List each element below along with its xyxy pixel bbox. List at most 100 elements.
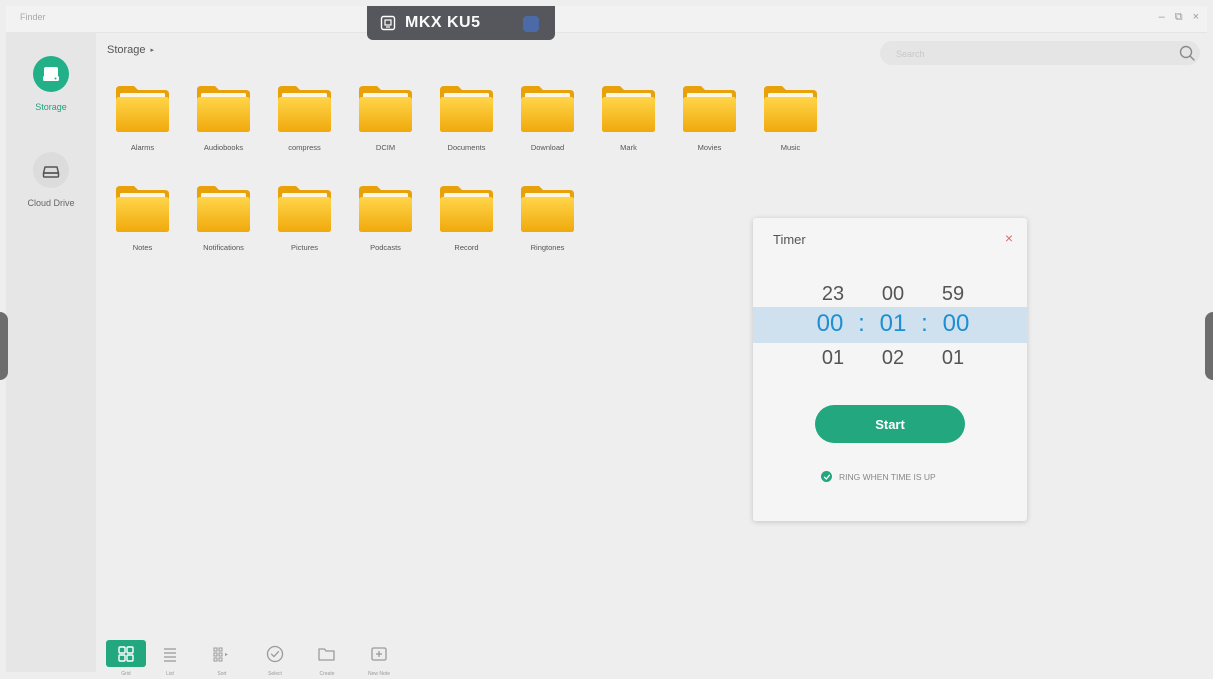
folder-row: Alarms Audiobooks compress DCIM Document…: [102, 80, 831, 160]
folder-icon: [600, 84, 657, 134]
folder-icon: [114, 184, 171, 234]
folder-item[interactable]: Audiobooks: [183, 80, 264, 160]
close-window-button[interactable]: ×: [1193, 11, 1199, 24]
device-tag-icon: [379, 14, 397, 32]
device-status-icon: [523, 16, 539, 32]
select-check-icon: [255, 640, 295, 667]
timer-row-selected: 00 : 01 : 00: [808, 310, 978, 338]
minutes-next[interactable]: 02: [873, 347, 913, 370]
folder-icon: [357, 184, 414, 234]
hours-previous[interactable]: 23: [813, 283, 853, 306]
seconds-next[interactable]: 01: [933, 347, 973, 370]
device-tag[interactable]: MKX KU5: [367, 6, 555, 40]
title-bar: Finder – ⧉ ×: [6, 6, 1207, 33]
folder-label: compress: [288, 143, 321, 152]
folder-icon: [357, 84, 414, 134]
tool-label: List: [166, 671, 174, 677]
hours-picker[interactable]: 00: [808, 310, 852, 338]
folder-icon: [438, 84, 495, 134]
folder-item[interactable]: Notes: [102, 180, 183, 260]
window-controls: – ⧉ ×: [1159, 11, 1199, 24]
folder-item[interactable]: Record: [426, 180, 507, 260]
timer-title: Timer: [773, 232, 806, 247]
folder-item[interactable]: Alarms: [102, 80, 183, 160]
tool-label: Grid: [121, 671, 131, 677]
create-folder-button[interactable]: Create: [307, 640, 347, 678]
folder-item[interactable]: Podcasts: [345, 180, 426, 260]
folder-icon: [195, 184, 252, 234]
folder-label: Notifications: [203, 243, 244, 252]
folder-icon: [276, 84, 333, 134]
bottom-toolbar: Grid List Sort Select Create New Note: [100, 638, 420, 678]
restore-button[interactable]: ⧉: [1175, 11, 1183, 24]
hours-next[interactable]: 01: [813, 347, 853, 370]
sidebar-item-label: Storage: [35, 102, 67, 112]
tool-label: Select: [268, 671, 282, 677]
breadcrumb-arrow-icon: ▸: [150, 47, 155, 54]
sidebar-item-cloud-drive[interactable]: Cloud Drive: [6, 152, 96, 208]
ring-when-time-up-checkbox[interactable]: RING WHEN TIME IS UP: [821, 471, 936, 482]
search-input[interactable]: [894, 46, 1168, 62]
seconds-picker[interactable]: 00: [934, 310, 978, 338]
search-icon[interactable]: [1178, 44, 1196, 62]
left-edge-handle[interactable]: [0, 312, 8, 380]
folder-icon: [276, 184, 333, 234]
sidebar-item-label: Cloud Drive: [27, 198, 75, 208]
storage-drive-icon: [33, 56, 69, 92]
new-folder-icon: [307, 640, 347, 667]
folder-item[interactable]: Ringtones: [507, 180, 588, 260]
sort-icon: [202, 640, 242, 667]
right-edge-handle[interactable]: [1205, 312, 1213, 380]
sidebar: Storage Cloud Drive: [6, 32, 96, 672]
folder-icon: [519, 184, 576, 234]
tool-label: New Note: [368, 671, 390, 677]
folder-item[interactable]: Download: [507, 80, 588, 160]
folder-label: Music: [780, 143, 801, 152]
timer-dialog: Timer × 23 00 59 00 : 01 : 00 01 02 01 S…: [753, 218, 1027, 521]
minutes-picker[interactable]: 01: [871, 310, 915, 338]
check-icon: [821, 471, 832, 482]
timer-row-previous: 23 00 59: [813, 283, 973, 306]
folder-label: Documents: [447, 143, 486, 152]
cloud-drive-icon: [33, 152, 69, 188]
list-view-icon: [150, 640, 190, 667]
folder-label: DCIM: [375, 143, 396, 152]
close-icon[interactable]: ×: [1005, 230, 1013, 246]
grid-view-button[interactable]: Grid: [106, 640, 146, 678]
timer-row-next: 01 02 01: [813, 347, 973, 370]
seconds-previous[interactable]: 59: [933, 283, 973, 306]
list-view-button[interactable]: List: [150, 640, 190, 678]
folder-item[interactable]: Documents: [426, 80, 507, 160]
tool-label: Create: [319, 671, 335, 677]
time-separator: :: [858, 310, 865, 337]
time-separator: :: [921, 310, 928, 337]
ring-label: RING WHEN TIME IS UP: [839, 471, 936, 482]
minimize-button[interactable]: –: [1159, 11, 1165, 24]
sidebar-item-storage[interactable]: Storage: [6, 56, 96, 112]
folder-item[interactable]: Notifications: [183, 180, 264, 260]
folder-label: Notes: [132, 243, 153, 252]
folder-item[interactable]: Movies: [669, 80, 750, 160]
folder-icon: [762, 84, 819, 134]
folder-icon: [519, 84, 576, 134]
folder-item[interactable]: Mark: [588, 80, 669, 160]
select-button[interactable]: Select: [255, 640, 295, 678]
folder-item[interactable]: compress: [264, 80, 345, 160]
folder-label: Download: [530, 143, 565, 152]
device-tag-label: MKX KU5: [405, 14, 481, 31]
start-button[interactable]: Start: [815, 405, 965, 443]
sort-button[interactable]: Sort: [202, 640, 242, 678]
breadcrumb[interactable]: Storage ▸: [107, 44, 154, 56]
folder-row: Notes Notifications Pictures Podcasts Re…: [102, 180, 588, 260]
minutes-previous[interactable]: 00: [873, 283, 913, 306]
finder-app: Finder – ⧉ × MKX KU5 Storage Cloud Drive…: [0, 0, 1213, 679]
folder-label: Record: [454, 243, 479, 252]
breadcrumb-item[interactable]: Storage: [107, 44, 146, 56]
folder-label: Audiobooks: [203, 143, 244, 152]
folder-item[interactable]: Music: [750, 80, 831, 160]
new-note-button[interactable]: New Note: [359, 640, 399, 678]
folder-item[interactable]: DCIM: [345, 80, 426, 160]
folder-label: Movies: [697, 143, 722, 152]
folder-item[interactable]: Pictures: [264, 180, 345, 260]
grid-view-icon: [106, 640, 146, 667]
